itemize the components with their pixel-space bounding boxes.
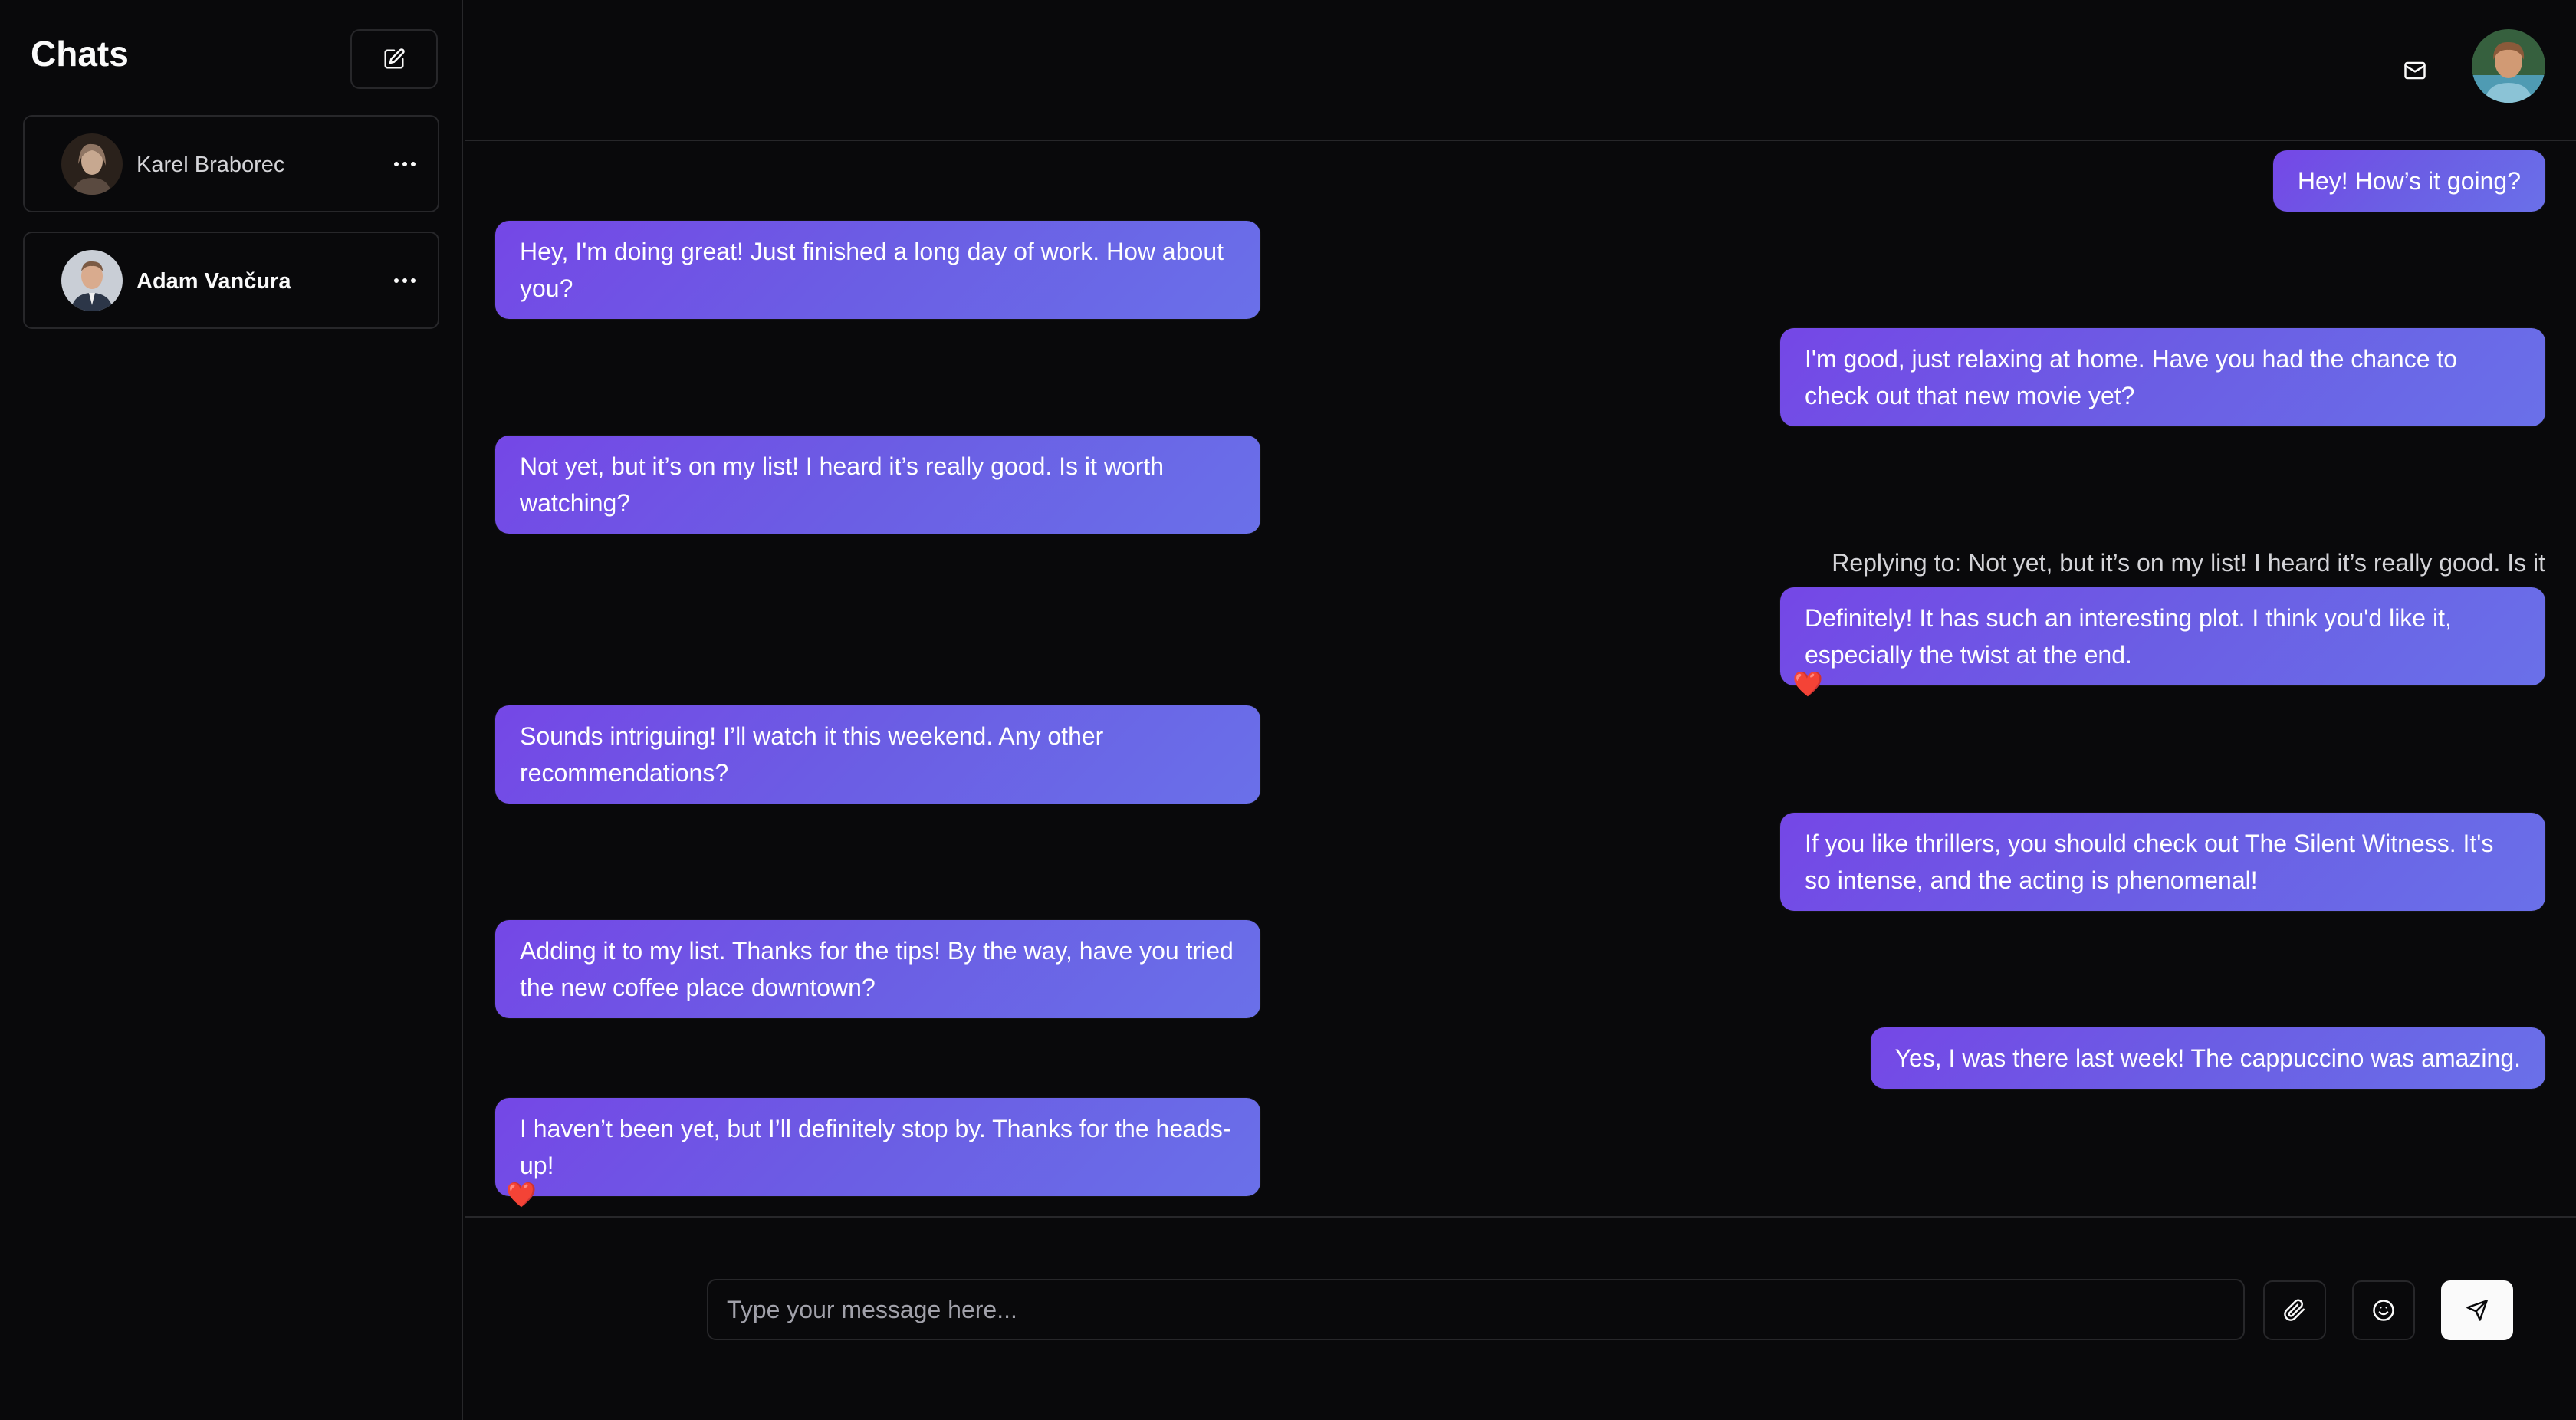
message-text: Adding it to my list. Thanks for the tip… bbox=[520, 937, 1234, 1001]
mail-button[interactable] bbox=[2390, 46, 2440, 95]
chat-options-button[interactable] bbox=[389, 265, 420, 296]
message-text: Sounds intriguing! I’ll watch it this we… bbox=[520, 722, 1104, 787]
attach-button[interactable] bbox=[2263, 1280, 2326, 1340]
message-bubble-incoming[interactable]: I haven’t been yet, but I’ll definitely … bbox=[495, 1098, 1260, 1196]
avatar bbox=[61, 133, 123, 195]
message-bubble-incoming[interactable]: Not yet, but it’s on my list! I heard it… bbox=[495, 436, 1260, 534]
chat-options-button[interactable] bbox=[389, 149, 420, 179]
message-list: Hey! How’s it going? Hey, I'm doing grea… bbox=[465, 143, 2576, 1216]
chat-app: Chats Karel Braborec Adam Vančura Hey! H… bbox=[0, 0, 2576, 1420]
chat-name: Adam Vančura bbox=[136, 269, 291, 294]
edit-icon bbox=[384, 48, 405, 69]
message-bubble-outgoing[interactable]: Hey! How’s it going? bbox=[2272, 150, 2545, 212]
paperclip-icon bbox=[2284, 1299, 2305, 1321]
user-avatar[interactable] bbox=[2472, 29, 2545, 103]
heart-reaction-icon[interactable]: ❤️ bbox=[506, 1181, 537, 1208]
emoji-button[interactable] bbox=[2352, 1280, 2415, 1340]
chat-header bbox=[465, 0, 2576, 141]
new-chat-button[interactable] bbox=[350, 29, 438, 89]
message-text: Hey! How’s it going? bbox=[2297, 167, 2521, 195]
message-text: Hey, I'm doing great! Just finished a lo… bbox=[520, 238, 1224, 302]
message-bubble-outgoing[interactable]: If you like thrillers, you should check … bbox=[1780, 813, 2545, 911]
message-text: Definitely! It has such an interesting p… bbox=[1805, 604, 2452, 669]
avatar bbox=[61, 250, 123, 311]
reply-reference: Replying to: Not yet, but it’s on my lis… bbox=[1832, 549, 2545, 577]
message-bubble-outgoing[interactable]: Definitely! It has such an interesting p… bbox=[1780, 587, 2545, 685]
message-text: Not yet, but it’s on my list! I heard it… bbox=[520, 452, 1165, 517]
sidebar: Chats Karel Braborec Adam Vančura bbox=[0, 0, 463, 1420]
message-bubble-outgoing[interactable]: Yes, I was there last week! The cappucci… bbox=[1870, 1027, 2545, 1089]
message-bubble-incoming[interactable]: Sounds intriguing! I’ll watch it this we… bbox=[495, 705, 1260, 804]
mail-icon bbox=[2404, 61, 2426, 80]
send-button[interactable] bbox=[2441, 1280, 2513, 1340]
send-icon bbox=[2466, 1300, 2488, 1321]
chat-item-karel-braborec[interactable]: Karel Braborec bbox=[23, 115, 439, 212]
message-text: I haven’t been yet, but I’ll definitely … bbox=[520, 1115, 1231, 1179]
message-text: Yes, I was there last week! The cappucci… bbox=[1894, 1044, 2521, 1072]
message-text: If you like thrillers, you should check … bbox=[1805, 830, 2494, 894]
message-bubble-incoming[interactable]: Adding it to my list. Thanks for the tip… bbox=[495, 920, 1260, 1018]
message-composer bbox=[465, 1216, 2576, 1420]
message-bubble-outgoing[interactable]: I'm good, just relaxing at home. Have yo… bbox=[1780, 328, 2545, 426]
heart-reaction-icon[interactable]: ❤️ bbox=[1792, 670, 1823, 698]
chat-name: Karel Braborec bbox=[136, 153, 285, 177]
message-text: I'm good, just relaxing at home. Have yo… bbox=[1805, 345, 2458, 409]
message-bubble-incoming[interactable]: Hey, I'm doing great! Just finished a lo… bbox=[495, 221, 1260, 319]
message-input[interactable] bbox=[707, 1279, 2245, 1340]
smile-icon bbox=[2373, 1300, 2394, 1321]
more-horizontal-icon bbox=[394, 162, 416, 166]
more-horizontal-icon bbox=[394, 278, 416, 283]
sidebar-title: Chats bbox=[31, 34, 129, 74]
chat-item-adam-vancura[interactable]: Adam Vančura bbox=[23, 232, 439, 329]
